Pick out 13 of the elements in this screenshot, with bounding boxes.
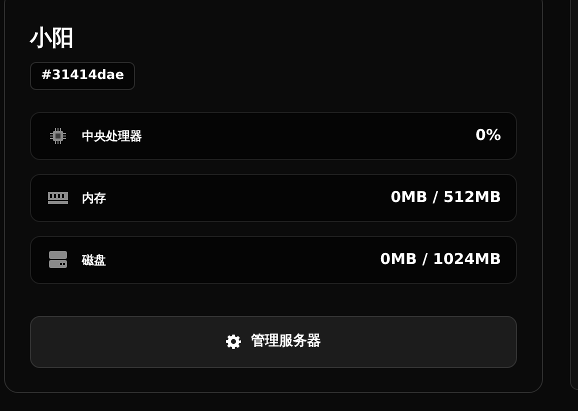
stat-value: 0% [476, 125, 501, 146]
manage-server-button[interactable]: 管理服务器 [30, 316, 517, 368]
stat-value: 0MB / 512MB [390, 187, 501, 208]
stat-label: 磁盘 [82, 252, 106, 268]
drive-icon [49, 251, 67, 268]
server-name: 小阳 [30, 25, 74, 53]
stat-label: 中央处理器 [82, 128, 142, 144]
stat-value: 0MB / 1024MB [380, 249, 501, 270]
server-id: #31414dae [30, 62, 136, 90]
memory-icon [47, 190, 69, 204]
stat-label: 内存 [82, 190, 106, 206]
settings-icon [226, 334, 241, 349]
chip-icon [49, 126, 67, 144]
